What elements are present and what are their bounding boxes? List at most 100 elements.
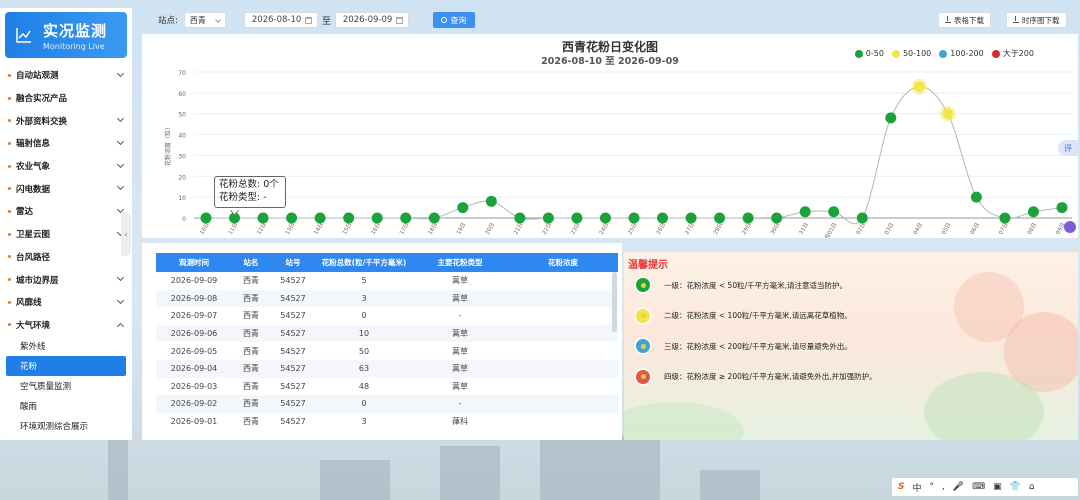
x-tick-label: 26日	[655, 222, 667, 236]
sidebar-item-label: 自动站观测	[16, 71, 59, 82]
table-row[interactable]: 2026-09-08 西青 54527 3 蒿草	[156, 289, 618, 308]
ime-toolbar-icon[interactable]: 中	[912, 481, 921, 494]
sidebar-item[interactable]: 大气环境	[0, 314, 132, 337]
table-row[interactable]: 2026-09-02 西青 54527 0 -	[156, 395, 618, 413]
query-button[interactable]: 查询	[432, 12, 475, 28]
ime-toolbar-icon[interactable]: ⌨	[972, 482, 985, 492]
sidebar-item[interactable]: 辐射信息	[0, 132, 132, 155]
x-tick-label: 17日	[398, 222, 410, 236]
sidebar-item-label: 大气环境	[16, 320, 51, 331]
app-logo[interactable]: 实况监测 Monitoring Live	[5, 12, 127, 58]
sidebar: 实况监测 Monitoring Live 自动站观测融合实况产品外部资料交换 辐射…	[0, 8, 132, 440]
legend-item[interactable]: 50-100	[891, 49, 931, 58]
sidebar-subitem[interactable]: 酸雨	[0, 396, 132, 416]
tooltip-line-type: 花粉类型: -	[219, 191, 267, 203]
sidebar-item[interactable]: 风廓线	[0, 291, 132, 314]
sidebar-item-label: 卫星云图	[16, 230, 51, 241]
table-cell: 西青	[243, 417, 259, 427]
table-cell: 2026-09-02	[170, 399, 218, 409]
ime-toolbar-icon[interactable]: S	[898, 482, 904, 492]
station-select-value: 西青	[189, 15, 206, 25]
table-cell: 2026-09-07	[170, 311, 218, 321]
table-cell: 2026-09-03	[170, 381, 218, 391]
ime-toolbar-icon[interactable]: 👕	[1010, 482, 1021, 492]
sidebar-item-label: 城市边界层	[16, 275, 59, 286]
data-table-panel: 观测时间 站名 站号 花粉总数(粒/千平方毫米) 主要花粉类型 花粉浓度 2026-09-…	[142, 243, 622, 440]
ime-toolbar-icon[interactable]: ,	[942, 482, 945, 492]
table-cell: 54527	[280, 329, 306, 339]
table-row[interactable]: 2026-09-07 西青 54527 0 -	[156, 307, 618, 325]
legend-item[interactable]: 100-200	[939, 49, 984, 58]
x-tick-label: 05日	[940, 222, 952, 236]
bullet-icon	[8, 187, 11, 191]
app-title: 实况监测	[43, 21, 108, 40]
export-series-button[interactable]: 时序图下载	[1006, 12, 1067, 28]
table-cell: 0	[361, 399, 367, 409]
calendar-icon	[395, 17, 403, 24]
table-row[interactable]: 2026-09-03 西青 54527 48 蒿草	[156, 378, 618, 396]
end-date-input[interactable]: 2026-09-09	[334, 12, 409, 28]
ime-toolbar-icon[interactable]: 🎤	[953, 482, 964, 492]
tip-item: 四级：花粉浓度 ≥ 200粒/千平方毫米,请避免外出,并加强防护。	[636, 369, 877, 384]
table-row[interactable]: 2026-09-04 西青 54527 63 蒿草	[156, 360, 618, 378]
x-tick-label: 28日	[712, 222, 724, 236]
sidebar-subitem[interactable]: 空气质量监测	[0, 376, 132, 396]
sidebar-subitem[interactable]: 紫外线	[0, 336, 132, 356]
bullet-icon	[8, 96, 11, 100]
y-tick-label: 70	[178, 70, 186, 77]
data-point	[714, 212, 726, 224]
table-row[interactable]: 2026-09-09 西青 54527 5 蒿草	[156, 272, 618, 290]
data-point	[885, 112, 897, 124]
x-tick-label: 06日	[969, 222, 981, 236]
x-tick-label: 10日	[198, 222, 210, 236]
legend-item[interactable]: 大于200	[991, 48, 1034, 59]
export-table-button[interactable]: 表格下载	[938, 12, 991, 28]
feedback-tab[interactable]: 评	[1058, 140, 1078, 156]
ime-toolbar-icon[interactable]: ⌂	[1029, 482, 1035, 492]
start-date-input[interactable]: 2026-08-10	[243, 12, 318, 28]
feedback-tab-label: 评	[1064, 143, 1072, 153]
sidebar-item[interactable]: 城市边界层	[0, 268, 132, 291]
table-row[interactable]: 2026-09-01 西青 54527 3 葎科	[156, 413, 618, 431]
data-point	[200, 212, 212, 224]
sidebar-item[interactable]: 卫星云图	[0, 223, 132, 246]
table-cell: 2026-09-04	[170, 364, 218, 374]
table-cell: 西青	[243, 364, 259, 374]
sidebar-item[interactable]: 自动站观测	[0, 64, 132, 87]
data-point	[400, 212, 412, 224]
sidebar-item[interactable]: 融合实况产品	[0, 87, 132, 110]
ime-toolbar-icon[interactable]: ▣	[993, 482, 1002, 492]
table-row[interactable]: 2026-09-05 西青 54527 50 蒿草	[156, 342, 618, 360]
station-select[interactable]: 西青	[183, 12, 226, 28]
x-tick-label: 11日	[227, 222, 239, 236]
ime-toolbar-icon[interactable]: °	[930, 482, 935, 492]
sidebar-item[interactable]: 农业气象	[0, 155, 132, 178]
toolbar: 站点: 西青 2026-08-10 至 2026-09-09 查询 表格下载 时…	[142, 8, 1078, 32]
table-cell: 5	[361, 276, 367, 286]
download-icon	[945, 16, 951, 23]
table-cell: 0	[361, 311, 367, 321]
sidebar-collapse-button[interactable]: ‹	[121, 212, 131, 256]
sidebar-item[interactable]: 台风路径	[0, 246, 132, 269]
sidebar-item-label: 辐射信息	[16, 139, 51, 150]
x-tick-label: 21日	[512, 222, 524, 236]
table-cell: 蒿草	[452, 293, 468, 303]
assistant-badge-icon	[1064, 221, 1076, 233]
sidebar-subitem[interactable]: 环境观测综合展示	[0, 416, 132, 436]
table-cell: 西青	[243, 293, 259, 303]
table-row[interactable]: 2026-09-06 西青 54527 10 蒿草	[156, 324, 618, 343]
x-tick-label: 09月01日	[820, 222, 839, 239]
sidebar-item[interactable]: 外部资料交换	[0, 109, 132, 132]
table-scrollbar[interactable]	[612, 272, 617, 332]
sidebar-item[interactable]: 雷达	[0, 200, 132, 223]
table-cell: 西青	[243, 329, 259, 339]
table-cell: 54527	[280, 276, 306, 286]
flower-icon	[636, 369, 650, 384]
sidebar-item-label: 台风路径	[16, 252, 51, 263]
sidebar-item[interactable]: 闪电数据	[0, 177, 132, 200]
sidebar-item-label: 外部资料交换	[16, 116, 68, 127]
data-point	[799, 206, 811, 218]
data-point	[970, 191, 982, 203]
sidebar-subitem[interactable]: 花粉	[6, 356, 126, 377]
legend-item[interactable]: 0-50	[854, 49, 884, 58]
